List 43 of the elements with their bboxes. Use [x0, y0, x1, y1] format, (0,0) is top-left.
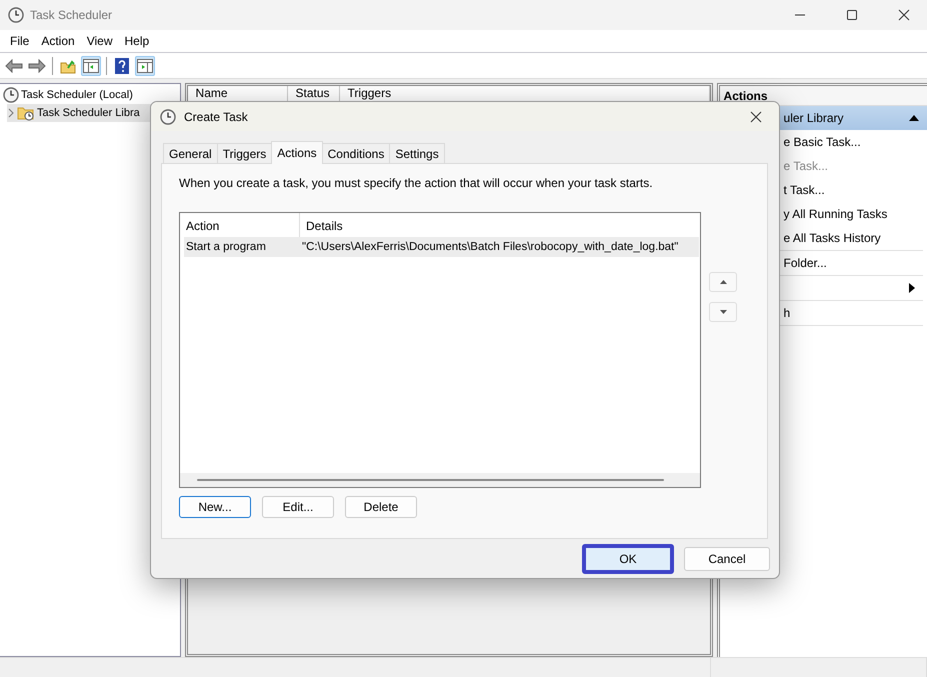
dialog-title: Create Task	[184, 110, 249, 124]
collapse-triangle-icon[interactable]	[909, 115, 919, 121]
tab[interactable]: General	[163, 143, 218, 163]
maximize-icon[interactable]	[846, 9, 858, 21]
folder-clock-icon	[17, 105, 35, 121]
list-cell-text: Start a program	[185, 240, 267, 255]
menu-item[interactable]: File	[4, 34, 36, 48]
tab[interactable]: Settings	[389, 143, 445, 163]
caret-down-icon	[720, 310, 726, 314]
close-icon[interactable]	[898, 9, 910, 21]
menu-item[interactable]: View	[80, 34, 118, 48]
tree-label: Task Scheduler (Local)	[21, 89, 133, 101]
move-down-button[interactable]	[709, 302, 737, 322]
clock-icon	[8, 7, 24, 23]
menu-item[interactable]: Action	[35, 34, 81, 48]
list-button[interactable]: Edit...	[262, 496, 334, 518]
pane-toggle-icon[interactable]	[81, 56, 101, 76]
description-text: When you create a task, you must specify the action that will occur when your task starts.	[179, 176, 654, 190]
window-title: Task Scheduler	[30, 8, 114, 22]
chevron-right-icon[interactable]	[7, 108, 15, 118]
submenu-triangle-icon[interactable]	[909, 283, 915, 293]
menu-item[interactable]: Help	[118, 34, 156, 48]
dialog-button[interactable]: Cancel	[684, 546, 770, 570]
list-button[interactable]: New...	[179, 496, 251, 518]
section-title: uler Library	[784, 111, 844, 125]
close-icon[interactable]	[750, 110, 762, 122]
horizontal-scrollbar[interactable]	[180, 473, 700, 487]
move-up-button[interactable]	[709, 272, 737, 292]
list-button[interactable]: Delete	[345, 496, 417, 518]
clock-icon	[3, 87, 19, 103]
actions-pane-title: Actions	[720, 86, 927, 106]
clock-icon	[160, 108, 176, 124]
help-icon[interactable]	[112, 56, 132, 76]
tree-item[interactable]: Task Scheduler (Local)	[3, 86, 180, 104]
tab[interactable]: Triggers	[216, 143, 272, 163]
dialog-button[interactable]: OK	[582, 544, 674, 574]
list-row[interactable]: Start a program "C:\Users\AlexFerris\Documents\Batch Files\robocopy_with_date_log.bat"	[184, 237, 699, 257]
list-cell-text: "C:\Users\AlexFerris\Documents\Batch Files\robocopy_with_date_log.bat"	[301, 240, 680, 255]
pane-toggle-icon[interactable]	[135, 56, 155, 76]
caret-up-icon	[720, 280, 726, 284]
column-header[interactable]: Details	[300, 213, 700, 237]
tree-label: Task Scheduler Libra	[37, 107, 140, 119]
tab[interactable]: Actions	[271, 141, 323, 164]
